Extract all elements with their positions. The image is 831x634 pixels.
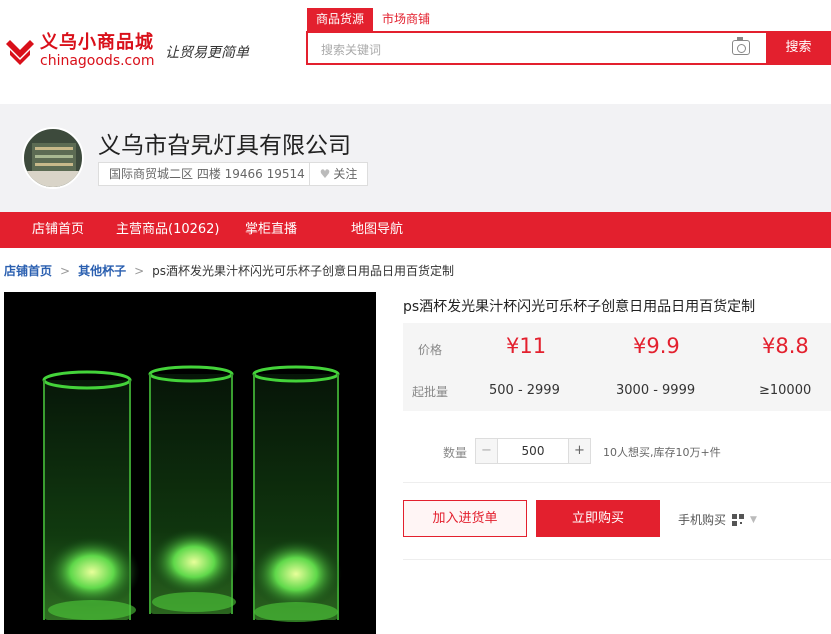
product-title: ps酒杯发光果汁杯闪光可乐杯子创意日用品日用百货定制 [403,299,756,315]
batch-tier-1: 500 - 2999 [489,383,560,398]
stock-note: 10人想买,库存10万+件 [603,446,721,459]
shop-address: 国际商贸城二区 四楼 19466 19514 [98,162,316,186]
nav-map[interactable]: 地图导航 [351,212,403,248]
qr-code-icon [732,513,745,526]
shop-header: 义乌市旮旯灯具有限公司 国际商贸城二区 四楼 19466 19514 ♥ 关注 [0,104,831,212]
price-table: 价格 ¥11 ¥9.9 ¥8.8 起批量 500 - 2999 3000 - 9… [403,323,831,411]
site-logo[interactable]: 义乌小商品城 chinagoods.com [4,34,154,68]
batch-label: 起批量 [412,385,449,399]
camera-icon[interactable] [732,37,750,55]
batch-tier-2: 3000 - 9999 [616,383,696,398]
mobile-buy-label: 手机购买 [678,513,727,527]
search-button[interactable]: 搜索 [766,31,831,65]
add-to-cart-button[interactable]: 加入进货单 [403,500,527,537]
logo-en: chinagoods.com [40,53,155,69]
search-tabs: 商品货源 市场商铺 [307,8,439,32]
follow-label: 关注 [333,167,358,181]
mobile-buy-link[interactable]: 手机购买 ▼ [678,511,757,528]
shop-avatar[interactable] [22,127,84,189]
nav-products[interactable]: 主营商品(10262) [116,212,220,248]
logo-cn: 义乌小商品城 [40,32,154,53]
breadcrumb-current: ps酒杯发光果汁杯闪光可乐杯子创意日用品日用百货定制 [152,264,455,278]
increment-button[interactable]: + [568,439,590,463]
quantity-input[interactable]: 500 [498,439,568,463]
heart-icon: ♥ [319,167,331,181]
follow-button[interactable]: ♥ 关注 [309,162,368,186]
quantity-label: 数量 [443,446,468,460]
breadcrumb: 店铺首页 > 其他杯子 > ps酒杯发光果汁杯闪光可乐杯子创意日用品日用百货定制 [4,262,454,279]
search-placeholder: 搜索关键词 [321,43,382,57]
breadcrumb-home[interactable]: 店铺首页 [4,262,52,279]
chevron-right-icon: > [60,263,71,278]
buy-now-button[interactable]: 立即购买 [536,500,660,537]
price-tier-3: ¥8.8 [762,334,809,358]
site-header: 义乌小商品城 chinagoods.com 让贸易更简单 商品货源 市场商铺 搜… [0,0,831,80]
chevron-right-icon: > [134,263,145,278]
shop-nav: 店铺首页 主营商品(10262) 掌柜直播 地图导航 [0,212,831,248]
purchase-actions: 加入进货单 立即购买 手机购买 ▼ [403,482,831,560]
price-tier-1: ¥11 [506,334,547,358]
quantity-stepper: − 500 + [475,438,591,464]
batch-tier-3: ≥10000 [759,383,812,398]
price-tier-2: ¥9.9 [633,334,680,358]
search-input[interactable]: 搜索关键词 [306,31,766,65]
decrement-button[interactable]: − [476,439,498,463]
product-image[interactable] [4,292,376,634]
chevron-down-icon: ▼ [750,514,757,525]
shop-name[interactable]: 义乌市旮旯灯具有限公司 [98,126,351,160]
nav-live[interactable]: 掌柜直播 [245,212,297,248]
tab-shops[interactable]: 市场商铺 [373,8,439,32]
slogan: 让贸易更简单 [165,45,249,61]
breadcrumb-category[interactable]: 其他杯子 [78,262,126,279]
tab-products[interactable]: 商品货源 [307,8,374,32]
logo-mark-icon [4,36,36,66]
price-label: 价格 [418,343,443,357]
nav-home[interactable]: 店铺首页 [32,212,84,248]
